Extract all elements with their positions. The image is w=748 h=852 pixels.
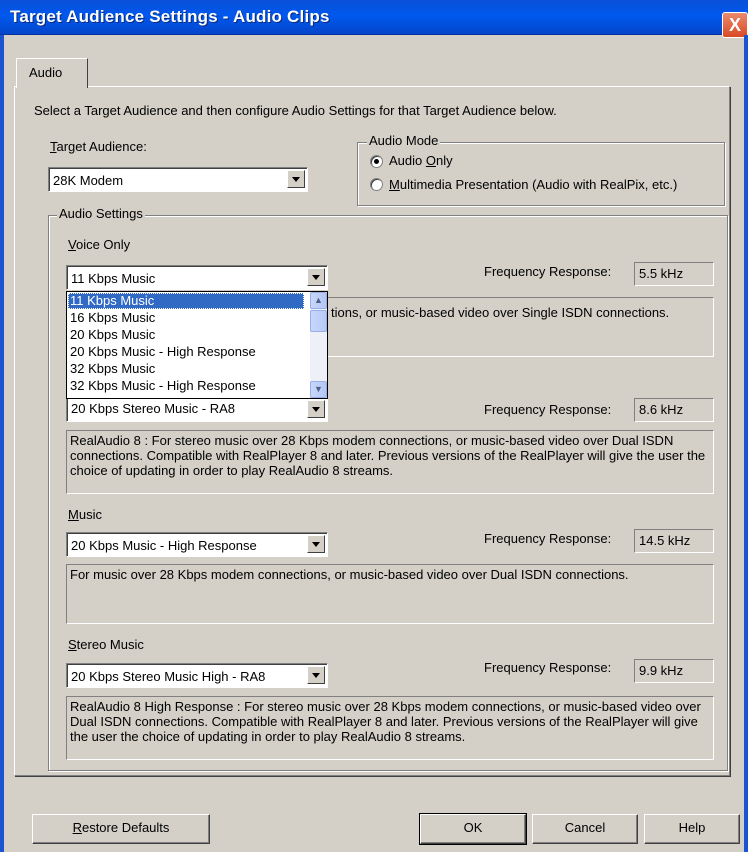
multimedia-label[interactable]: Multimedia Presentation (Audio with Real… (389, 177, 677, 192)
list-scrollbar[interactable]: ▲ ▼ (310, 292, 327, 398)
music-label: Music (68, 507, 102, 522)
music-description: For music over 28 Kbps modem connections… (66, 564, 714, 624)
frequency-label: Frequency Response: (484, 660, 612, 675)
stereo-music-frequency-value: 9.9 kHz (634, 659, 714, 683)
voice-only-label: Voice Only (68, 237, 131, 252)
help-button[interactable]: Help (644, 814, 740, 844)
chevron-down-icon[interactable] (307, 400, 325, 418)
frequency-label: Frequency Response: (484, 264, 612, 279)
list-item[interactable]: 16 Kbps Music (68, 310, 304, 326)
chevron-down-icon[interactable] (307, 268, 325, 286)
window-border-left (0, 35, 4, 852)
audio-mode-legend: Audio Mode (367, 133, 441, 148)
target-audience-label: Target Audience: (50, 139, 147, 154)
voice-frequency-value: 5.5 kHz (634, 262, 714, 286)
list-item[interactable]: 32 Kbps Music - High Response (68, 378, 304, 394)
list-item[interactable]: 32 Kbps Music (68, 361, 304, 377)
voice-only-select[interactable]: 11 Kbps Music (66, 265, 328, 290)
scroll-down-icon[interactable]: ▼ (310, 381, 327, 398)
stereo-voice-frequency-value: 8.6 kHz (634, 398, 714, 422)
multimedia-radio[interactable] (370, 178, 383, 191)
voice-only-dropdown-list[interactable]: 11 Kbps Music 16 Kbps Music 20 Kbps Musi… (66, 291, 328, 399)
stereo-voice-description: RealAudio 8 : For stereo music over 28 K… (66, 430, 714, 494)
ok-button[interactable]: OK (419, 813, 527, 845)
chevron-down-icon[interactable] (307, 535, 325, 553)
stereo-music-label: Stereo Music (68, 637, 144, 652)
frequency-label: Frequency Response: (484, 531, 612, 546)
audio-only-label[interactable]: Audio Only (389, 153, 453, 168)
tab-audio[interactable]: Audio (16, 58, 88, 88)
stereo-music-select[interactable]: 20 Kbps Stereo Music High - RA8 (66, 663, 328, 688)
audio-settings-legend: Audio Settings (57, 206, 145, 221)
window-border-right (744, 35, 748, 852)
audio-mode-group (357, 142, 725, 206)
chevron-down-icon[interactable] (287, 170, 305, 188)
frequency-label: Frequency Response: (484, 402, 612, 417)
voice-description-text: tions, or music-based video over Single … (331, 305, 670, 320)
list-item[interactable]: 20 Kbps Music (68, 327, 304, 343)
scroll-thumb[interactable] (310, 310, 327, 332)
music-select[interactable]: 20 Kbps Music - High Response (66, 532, 328, 557)
stereo-voice-value: 20 Kbps Stereo Music - RA8 (71, 401, 236, 416)
target-audience-value: 28K Modem (53, 173, 124, 188)
list-item[interactable]: 11 Kbps Music (68, 293, 304, 309)
voice-only-value: 11 Kbps Music (71, 271, 156, 286)
music-frequency-value: 14.5 kHz (634, 529, 714, 553)
restore-defaults-button[interactable]: Restore Defaults (32, 814, 210, 844)
cancel-button[interactable]: Cancel (532, 814, 638, 844)
chevron-down-icon[interactable] (307, 666, 325, 684)
audio-only-radio[interactable] (370, 155, 383, 168)
stereo-music-value: 20 Kbps Stereo Music High - RA8 (71, 669, 266, 684)
list-item[interactable]: 20 Kbps Music - High Response (68, 344, 304, 360)
music-value: 20 Kbps Music - High Response (71, 538, 257, 553)
intro-text: Select a Target Audience and then config… (34, 103, 557, 118)
window-title: Target Audience Settings - Audio Clips (10, 7, 330, 26)
stereo-music-description: RealAudio 8 High Response : For stereo m… (66, 696, 714, 760)
target-audience-select[interactable]: 28K Modem (48, 167, 308, 192)
tab-label: Audio (29, 65, 63, 80)
scroll-up-icon[interactable]: ▲ (310, 292, 327, 309)
stereo-voice-select[interactable]: 20 Kbps Stereo Music - RA8 (66, 397, 328, 422)
title-bar: Target Audience Settings - Audio Clips (0, 0, 748, 35)
